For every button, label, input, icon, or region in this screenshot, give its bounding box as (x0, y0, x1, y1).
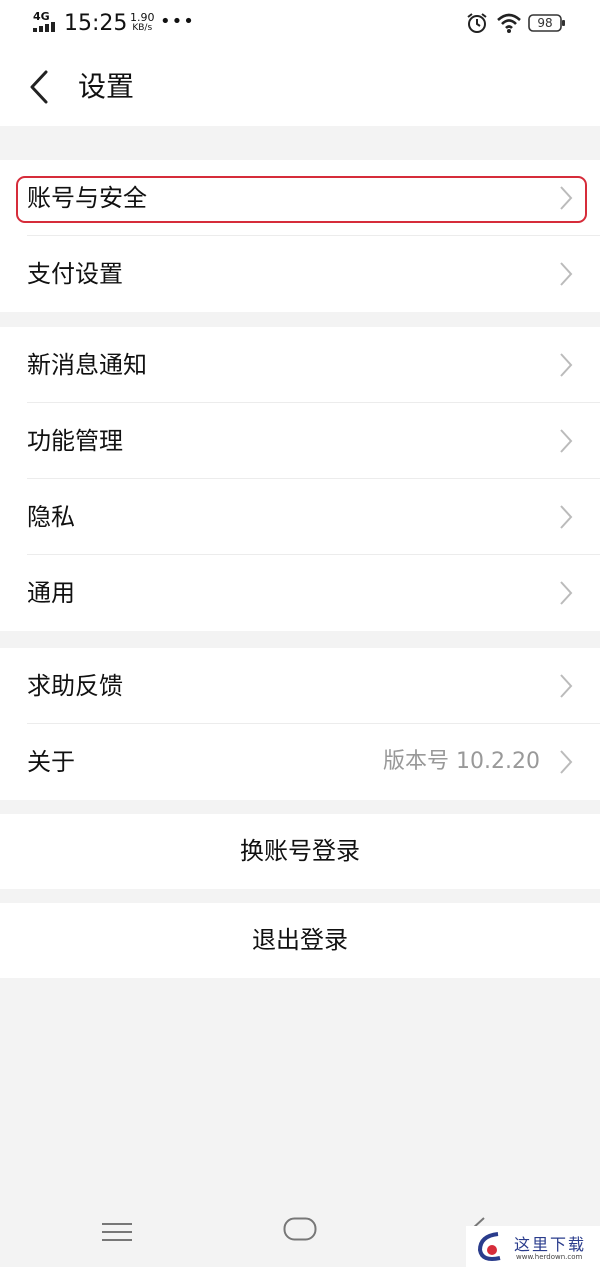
settings-item-notifications[interactable]: 新消息通知 (0, 327, 600, 403)
chevron-right-icon (560, 353, 573, 377)
chevron-right-icon (560, 262, 573, 286)
item-label: 账号与安全 (27, 184, 147, 212)
settings-item-features[interactable]: 功能管理 (0, 403, 600, 479)
item-label: 关于 (27, 748, 75, 776)
settings-item-account-security[interactable]: 账号与安全 (0, 160, 600, 236)
chevron-right-icon (560, 750, 573, 774)
battery-level: 98 (537, 16, 553, 30)
item-label: 支付设置 (27, 260, 123, 288)
settings-group-account: 账号与安全 支付设置 (0, 160, 600, 312)
page-title: 设置 (78, 70, 135, 103)
status-time: 15:25 (64, 11, 128, 36)
switch-account-button[interactable]: 换账号登录 (0, 814, 600, 889)
battery-icon: 98 (528, 14, 566, 32)
more-notifications-icon: ••• (160, 11, 195, 32)
network-speed: 1.90 KB/s (130, 12, 155, 34)
chevron-right-icon (560, 581, 573, 605)
watermark-logo-icon (477, 1232, 501, 1261)
speed-value: 1.90 (130, 11, 155, 24)
settings-group-help: 求助反馈 关于 版本号 10.2.20 (0, 648, 600, 800)
watermark-url: www.herdown.com (516, 1253, 583, 1261)
network-type: 4G (33, 10, 50, 23)
settings-item-payment[interactable]: 支付设置 (0, 236, 600, 312)
item-label: 功能管理 (27, 427, 123, 455)
back-arrow-icon[interactable] (24, 68, 54, 106)
settings-item-general[interactable]: 通用 (0, 555, 600, 631)
settings-item-privacy[interactable]: 隐私 (0, 479, 600, 555)
chevron-right-icon (560, 186, 573, 210)
alarm-icon (467, 13, 487, 33)
chevron-right-icon (560, 429, 573, 453)
wifi-icon (497, 13, 521, 33)
logout-button[interactable]: 退出登录 (0, 903, 600, 978)
item-label: 求助反馈 (27, 672, 123, 700)
status-bar: 4G 15:25 1.90 KB/s ••• 98 (0, 0, 600, 48)
item-label: 通用 (27, 579, 75, 607)
version-number: 版本号 10.2.20 (383, 749, 540, 774)
home-icon[interactable] (283, 1217, 317, 1241)
settings-item-about[interactable]: 关于 版本号 10.2.20 (0, 724, 600, 800)
chevron-right-icon (560, 505, 573, 529)
watermark-title: 这里下载 (514, 1235, 587, 1254)
signal-icon (33, 22, 55, 32)
watermark: 这里下载 www.herdown.com (466, 1226, 600, 1267)
speed-unit: KB/s (132, 23, 153, 33)
item-label: 隐私 (27, 503, 75, 531)
settings-group-general: 新消息通知 功能管理 隐私 通用 (0, 327, 600, 631)
settings-item-help-feedback[interactable]: 求助反馈 (0, 648, 600, 724)
chevron-right-icon (560, 674, 573, 698)
header: 设置 (0, 48, 600, 126)
menu-icon[interactable] (101, 1222, 133, 1242)
item-label: 新消息通知 (27, 351, 147, 379)
